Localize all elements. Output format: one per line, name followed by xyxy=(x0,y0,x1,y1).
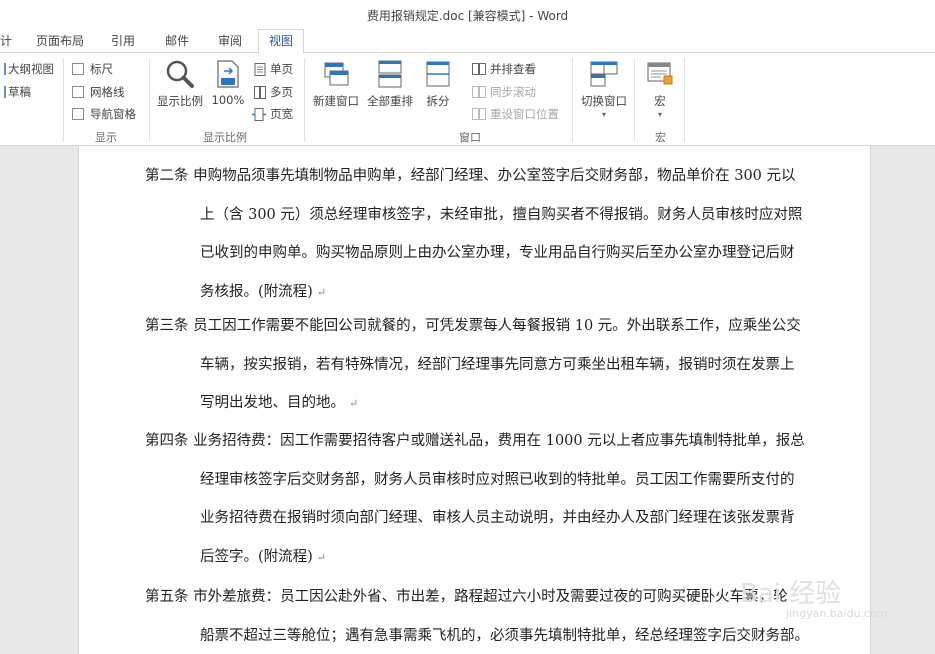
switch-windows-button[interactable]: 切换窗口 ▾ xyxy=(577,59,631,119)
outline-view-button[interactable]: 大纲视图 xyxy=(0,61,54,77)
outline-view-label: 大纲视图 xyxy=(8,62,54,76)
multi-page-label: 多页 xyxy=(270,85,293,99)
ruler-label: 标尺 xyxy=(90,62,113,76)
split-label: 拆分 xyxy=(426,94,450,108)
tab-design[interactable]: 计 xyxy=(0,32,12,49)
group-label-show: 显示 xyxy=(95,131,117,144)
side-by-side-button[interactable]: 并排查看 xyxy=(472,61,536,77)
page-width-button[interactable]: 页宽 xyxy=(252,106,293,122)
paragraph-line: 经理审核签字后交财务部，财务人员审核时应对照已收到的特批单。员工因工作需要所支付… xyxy=(200,471,795,488)
arrange-all-label: 全部重排 xyxy=(367,94,413,108)
group-separator xyxy=(304,58,305,142)
window-title: 费用报销规定.doc [兼容模式] - Word xyxy=(366,9,569,23)
sync-scroll-label: 同步滚动 xyxy=(490,85,536,99)
chevron-down-icon: ▾ xyxy=(601,110,606,119)
chevron-down-icon: ▾ xyxy=(657,110,662,119)
title-bar: 费用报销规定.doc [兼容模式] - Word xyxy=(0,0,935,28)
macros-button[interactable]: 宏 ▾ xyxy=(642,59,678,119)
checkbox-box xyxy=(72,86,84,98)
paragraph-line: 上（含 300 元）须总经理审核签字，未经审批，擅自购买者不得报销。财务人员审核… xyxy=(200,206,803,223)
reset-position-label: 重设窗口位置 xyxy=(490,107,559,121)
split-button[interactable]: 拆分 xyxy=(420,59,456,109)
draft-view-label: 草稿 xyxy=(8,85,31,99)
paragraph-mark: ↵ xyxy=(349,397,359,410)
watermark-url: jingyan.baidu.com xyxy=(786,607,888,620)
new-window-icon xyxy=(324,62,349,86)
split-icon xyxy=(426,61,450,87)
reset-position-icon xyxy=(472,108,486,120)
paragraph-mark: ↵ xyxy=(316,550,327,564)
nav-pane-checkbox[interactable]: 导航窗格 xyxy=(72,106,136,122)
paragraph-line: 后签字。(附流程) ↵ xyxy=(200,548,327,565)
tab-review[interactable]: 审阅 xyxy=(218,32,242,49)
side-by-side-label: 并排查看 xyxy=(490,62,536,76)
tab-mailings[interactable]: 邮件 xyxy=(165,32,189,49)
ruler-checkbox[interactable]: 标尺 xyxy=(72,61,113,77)
draft-icon xyxy=(0,86,6,98)
paragraph-line: 务核报。(附流程) ↵ xyxy=(200,283,327,300)
switch-windows-icon xyxy=(590,61,618,87)
multi-page-button[interactable]: 多页 xyxy=(254,84,293,100)
gridlines-checkbox[interactable]: 网格线 xyxy=(72,84,125,100)
group-label-zoom: 显示比例 xyxy=(203,131,247,144)
gridlines-label: 网格线 xyxy=(90,85,125,99)
page-width-icon xyxy=(252,107,266,121)
group-separator xyxy=(572,58,573,142)
nav-pane-label: 导航窗格 xyxy=(90,107,136,121)
macro-icon xyxy=(647,62,673,85)
sync-scroll-icon xyxy=(472,86,486,98)
magnifier-icon xyxy=(166,60,194,88)
zoom-button-label: 显示比例 xyxy=(157,94,203,108)
arrange-all-icon xyxy=(378,60,402,88)
switch-windows-label: 切换窗口 xyxy=(581,94,627,108)
zoom-100-label: 100% xyxy=(211,93,245,107)
zoom-100-button[interactable]: 100% xyxy=(210,59,246,107)
paragraph-line: 第五条 市外差旅费：员工因公赴外省、市出差，路程超过六小时及需要过夜的可购买硬卧… xyxy=(145,589,788,605)
ribbon-tabs: 计 页面布局 引用 邮件 审阅 视图 xyxy=(0,28,935,54)
new-window-button[interactable]: 新建窗口 xyxy=(311,59,361,109)
group-separator xyxy=(149,58,150,142)
arrange-all-button[interactable]: 全部重排 xyxy=(365,59,415,109)
checkbox-box xyxy=(72,108,84,120)
multi-page-icon xyxy=(254,85,266,99)
page-width-label: 页宽 xyxy=(270,107,293,121)
macros-label: 宏 xyxy=(654,94,666,108)
group-separator xyxy=(634,58,635,142)
paragraph-mark: ↵ xyxy=(316,285,327,299)
checkbox-box xyxy=(72,63,84,75)
one-page-icon xyxy=(254,62,266,76)
one-page-button[interactable]: 单页 xyxy=(254,61,293,77)
sync-scroll-button[interactable]: 同步滚动 xyxy=(472,84,536,100)
group-label-window: 窗口 xyxy=(459,131,481,144)
watermark: Bai 经验 xyxy=(740,579,842,609)
paragraph-line: 第二条 申购物品须事先填制物品申购单，经部门经理、办公室签字后交财务部，物品单价… xyxy=(145,168,796,184)
paragraph-line: 第三条 员工因工作需要不能回公司就餐的，可凭发票每人每餐报销 10 元。外出联系… xyxy=(145,318,801,334)
reset-window-position-button[interactable]: 重设窗口位置 xyxy=(472,106,559,122)
tab-page-layout[interactable]: 页面布局 xyxy=(36,32,84,49)
paragraph-line: 已收到的申购单。购买物品原则上由办公室办理，专业用品自行购买后至办公室办理登记后… xyxy=(200,245,795,261)
group-separator xyxy=(63,58,64,142)
new-window-label: 新建窗口 xyxy=(313,94,359,108)
paragraph-line: 写明出发地、目的地。 ↵ xyxy=(200,395,359,411)
paragraph-line: 车辆，按实报销，若有特殊情况，经部门经理事先同意方可乘坐出租车辆，报销时须在发票… xyxy=(200,356,795,373)
zoom-100-icon xyxy=(217,60,239,88)
group-separator xyxy=(684,58,685,142)
one-page-label: 单页 xyxy=(270,62,293,76)
side-by-side-icon xyxy=(472,63,486,75)
draft-view-button[interactable]: 草稿 xyxy=(0,84,31,100)
tab-references[interactable]: 引用 xyxy=(111,32,135,49)
ribbon-view: 大纲视图 草稿 标尺 网格线 导航窗格 显示 显示比例 100% 单页 多页 页… xyxy=(0,53,935,146)
outline-icon xyxy=(0,63,6,75)
paragraph-line: 船票不超过三等舱位；遇有急事需乘飞机的，必须事先填制特批单，经总经理签字后交财务… xyxy=(200,627,809,644)
group-label-macros: 宏 xyxy=(655,131,666,144)
zoom-button[interactable]: 显示比例 xyxy=(155,59,205,109)
paragraph-line: 业务招待费在报销时须向部门经理、审核人员主动说明，并由经办人及部门经理在该张发票… xyxy=(200,510,795,526)
tab-view[interactable]: 视图 xyxy=(258,29,305,54)
paragraph-line: 第四条 业务招待费：因工作需要招待客户或赠送礼品，费用在 1000 元以上者应事… xyxy=(145,433,805,449)
